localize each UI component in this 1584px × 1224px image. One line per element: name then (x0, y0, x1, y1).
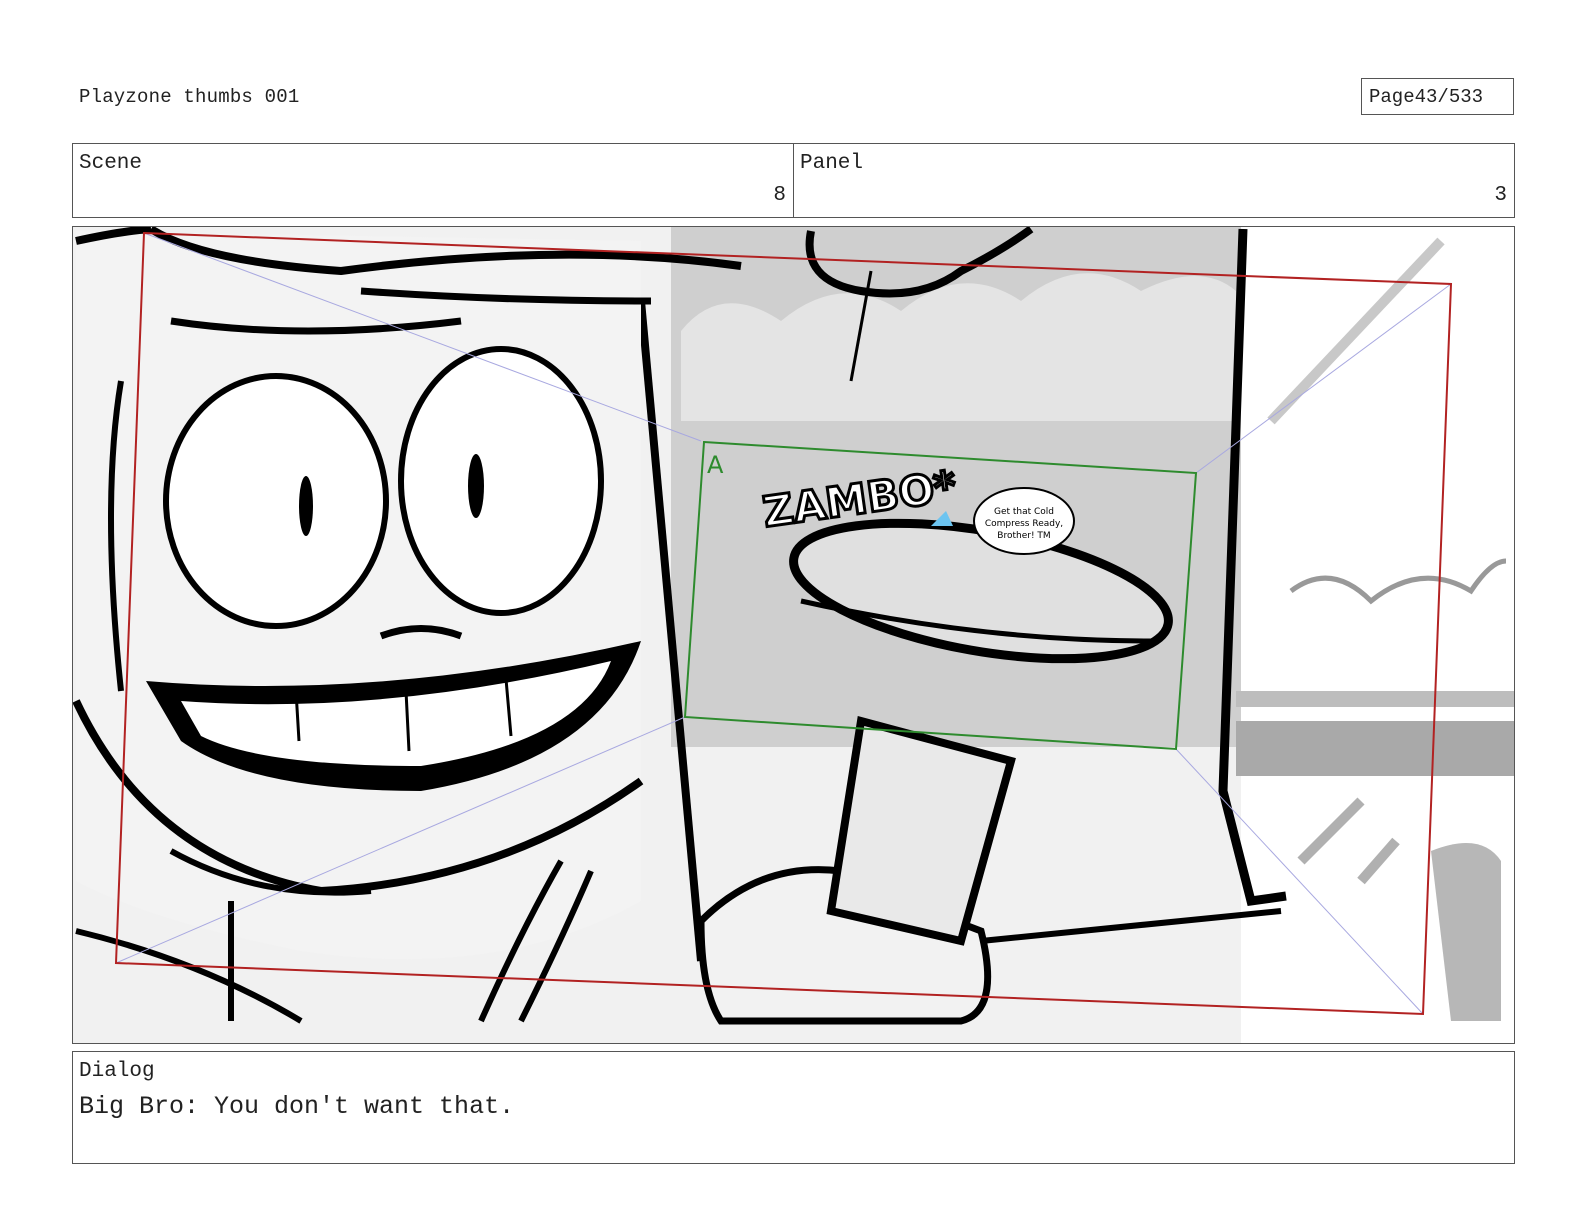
dialog-box: Dialog Big Bro: You don't want that. (72, 1051, 1515, 1164)
left-pupil (299, 476, 313, 536)
right-pupil (468, 454, 484, 518)
left-eye (163, 373, 389, 629)
panel-cell: Panel 3 (793, 144, 1514, 217)
shelf-stripe-1 (1236, 691, 1514, 707)
dialog-label: Dialog (79, 1060, 155, 1083)
speech-bubble-line-3: Brother! TM (997, 531, 1050, 541)
speech-bubble-line-1: Get that Cold (994, 507, 1054, 517)
document-title: Playzone thumbs 001 (79, 86, 300, 108)
scene-label: Scene (79, 152, 143, 175)
page-label: Page (1369, 85, 1415, 108)
page-number: 43/533 (1414, 85, 1484, 108)
scene-cell: Scene 8 (73, 144, 793, 217)
dialog-text: Big Bro: You don't want that. (79, 1092, 515, 1121)
storyboard-frame: ZAMBO* Get that Cold Compress Ready, Bro… (72, 226, 1515, 1044)
scene-panel-row: Scene 8 Panel 3 (72, 143, 1515, 218)
scene-number: 8 (773, 184, 786, 207)
character-head (76, 231, 641, 960)
speech-bubble-line-2: Compress Ready, (985, 519, 1063, 529)
storyboard-sketch: ZAMBO* Get that Cold Compress Ready, Bro… (73, 227, 1514, 1043)
layer-marker: A (707, 451, 724, 479)
shelf-stripe-2 (1236, 721, 1514, 776)
panel-label: Panel (800, 152, 864, 175)
panel-number: 3 (1494, 184, 1507, 207)
page-indicator: Page 43/533 (1361, 78, 1514, 115)
right-eye (398, 346, 604, 616)
